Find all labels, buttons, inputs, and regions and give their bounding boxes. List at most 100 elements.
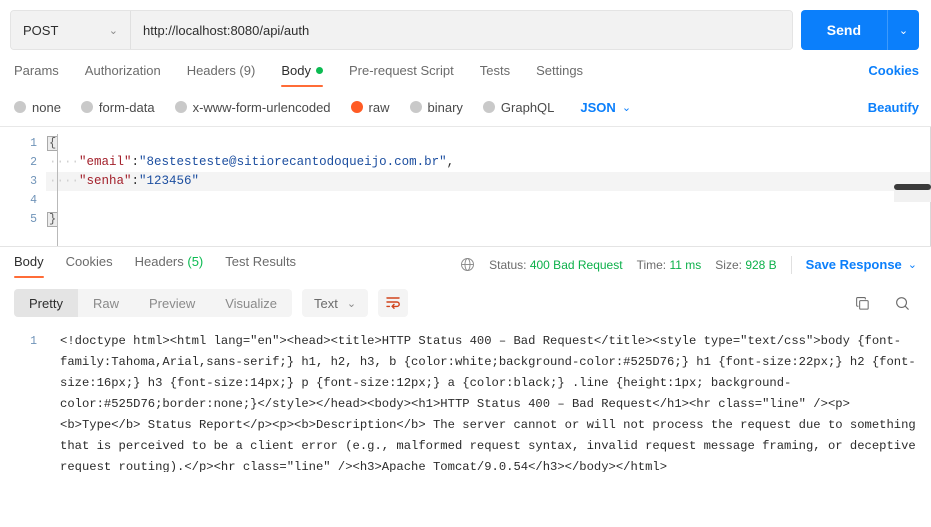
tab-authorization[interactable]: Authorization: [85, 63, 161, 87]
body-type-raw[interactable]: raw: [350, 99, 390, 115]
code-line-5: }: [46, 210, 931, 229]
body-type-urlencoded[interactable]: x-www-form-urlencoded: [174, 99, 331, 115]
editor-code-area[interactable]: { ····"email":"8estesteste@sitiorecantod…: [46, 127, 931, 246]
response-tab-test-results-label: Test Results: [225, 253, 297, 269]
radio-icon: [409, 101, 422, 113]
response-tab-test-results[interactable]: Test Results: [225, 254, 296, 278]
http-method-select[interactable]: POST ⌄: [11, 11, 131, 49]
response-view-toolbar: Pretty Raw Preview Visualize Text ⌄: [0, 284, 931, 324]
body-type-none-label: none: [32, 99, 61, 115]
body-type-none[interactable]: none: [14, 100, 61, 115]
response-tab-body-label: Body: [14, 253, 44, 269]
tab-body[interactable]: Body: [281, 63, 323, 87]
url-value: http://localhost:8080/api/auth: [143, 22, 310, 38]
body-type-urlencoded-label: x-www-form-urlencoded: [192, 99, 331, 115]
tab-tests-label: Tests: [479, 63, 511, 78]
method-url-group: POST ⌄ http://localhost:8080/api/auth: [10, 10, 793, 50]
body-type-form-data-label: form-data: [98, 99, 155, 115]
chevron-down-icon: ⌄: [907, 259, 917, 271]
radio-icon: [80, 101, 93, 113]
response-line-numbers: 1: [0, 328, 46, 472]
chevron-down-icon: ⌄: [621, 101, 632, 114]
response-toolbar-actions: [853, 294, 917, 312]
tab-settings[interactable]: Settings: [536, 63, 583, 87]
response-tab-body[interactable]: Body: [14, 254, 44, 278]
tab-tests[interactable]: Tests: [480, 63, 510, 87]
response-tab-cookies[interactable]: Cookies: [66, 254, 113, 278]
code-fold-rail: [57, 134, 58, 246]
line-number: 3: [30, 175, 37, 188]
send-button[interactable]: Send: [800, 10, 887, 50]
word-wrap-icon: [385, 295, 401, 312]
send-options-chevron-down-icon[interactable]: ⌄: [887, 10, 919, 50]
tab-authorization-label: Authorization: [84, 63, 161, 78]
radio-icon: [174, 101, 187, 113]
body-type-graphql-label: GraphQL: [500, 99, 555, 115]
json-comma: ,: [446, 155, 455, 169]
request-tabs: Params Authorization Headers (9) Body Pr…: [0, 58, 931, 92]
body-type-raw-label: raw: [368, 99, 390, 115]
body-type-binary[interactable]: binary: [409, 99, 463, 115]
request-body-editor[interactable]: 1 2 3 4 5 { ····"email":"8estesteste@sit…: [0, 126, 931, 246]
response-body-text: <!doctype html><html lang="en"><head><ti…: [60, 334, 924, 472]
radio-icon: [482, 101, 495, 113]
size-value: 928 B: [745, 257, 777, 272]
cookies-link[interactable]: Cookies: [868, 63, 919, 87]
view-mode-preview[interactable]: Preview: [134, 289, 210, 317]
line-number: 1: [30, 335, 37, 348]
tab-pre-request-script[interactable]: Pre-request Script: [349, 63, 454, 87]
view-mode-pretty[interactable]: Pretty: [14, 289, 78, 317]
status-value: 400 Bad Request: [529, 257, 623, 272]
editor-scrollbar-track: [894, 190, 931, 202]
url-input[interactable]: http://localhost:8080/api/auth: [131, 11, 792, 49]
tab-body-label: Body: [281, 63, 311, 78]
code-line-3: ····"senha":"123456": [46, 172, 931, 191]
raw-format-value: JSON: [580, 99, 616, 115]
divider: [790, 255, 792, 274]
tab-headers[interactable]: Headers (9): [187, 63, 256, 87]
response-body-viewer[interactable]: 1 <!doctype html><html lang="en"><head><…: [0, 324, 931, 472]
json-key-senha: "senha": [79, 174, 132, 188]
time-stat: Time: 11 ms: [637, 258, 702, 272]
response-tab-headers-label: Headers: [134, 253, 188, 269]
word-wrap-toggle[interactable]: [378, 289, 409, 317]
chevron-down-icon: ⌄: [346, 297, 357, 310]
tab-params[interactable]: Params: [14, 63, 59, 87]
response-view-mode-group: Pretty Raw Preview Visualize: [14, 289, 293, 317]
http-method-value: POST: [23, 22, 59, 38]
json-colon: :: [131, 174, 140, 188]
send-group: Send ⌄: [800, 10, 919, 50]
response-tab-headers[interactable]: Headers (5): [135, 254, 204, 278]
body-type-form-data[interactable]: form-data: [80, 99, 155, 115]
response-stats: Status: 400 Bad Request Time: 11 ms Size…: [459, 255, 917, 276]
save-response-button[interactable]: Save Response ⌄: [806, 257, 917, 272]
code-line-1: {: [46, 134, 931, 153]
indent-guide: ····: [49, 155, 80, 169]
body-type-binary-label: binary: [427, 99, 463, 115]
raw-format-select[interactable]: JSON ⌄: [580, 100, 631, 115]
editor-horizontal-scrollbar[interactable]: [894, 184, 931, 190]
json-value-senha: "123456": [139, 174, 200, 188]
response-headers-count: (5): [187, 253, 204, 269]
search-icon[interactable]: [893, 294, 911, 312]
response-content-type-select[interactable]: Text ⌄: [302, 289, 369, 317]
tab-params-label: Params: [14, 63, 59, 78]
globe-icon: [459, 257, 475, 273]
line-number: 5: [30, 213, 37, 226]
json-value-email: "8estesteste@sitiorecantodoqueijo.com.br…: [139, 155, 447, 169]
radio-selected-icon: [350, 101, 363, 113]
body-modified-dot-icon: [315, 67, 323, 74]
request-url-bar: POST ⌄ http://localhost:8080/api/auth Se…: [0, 0, 931, 58]
radio-icon: [14, 101, 26, 113]
beautify-button[interactable]: Beautify: [868, 100, 919, 115]
time-value: 11 ms: [669, 257, 702, 272]
body-type-graphql[interactable]: GraphQL: [482, 99, 555, 115]
line-number: 1: [30, 137, 37, 150]
line-number: 4: [30, 194, 37, 207]
copy-icon[interactable]: [853, 294, 871, 312]
view-mode-raw[interactable]: Raw: [78, 289, 134, 317]
view-mode-visualize[interactable]: Visualize: [210, 289, 292, 317]
status-label: Status:: [489, 257, 527, 272]
tab-pre-request-script-label: Pre-request Script: [348, 63, 454, 78]
